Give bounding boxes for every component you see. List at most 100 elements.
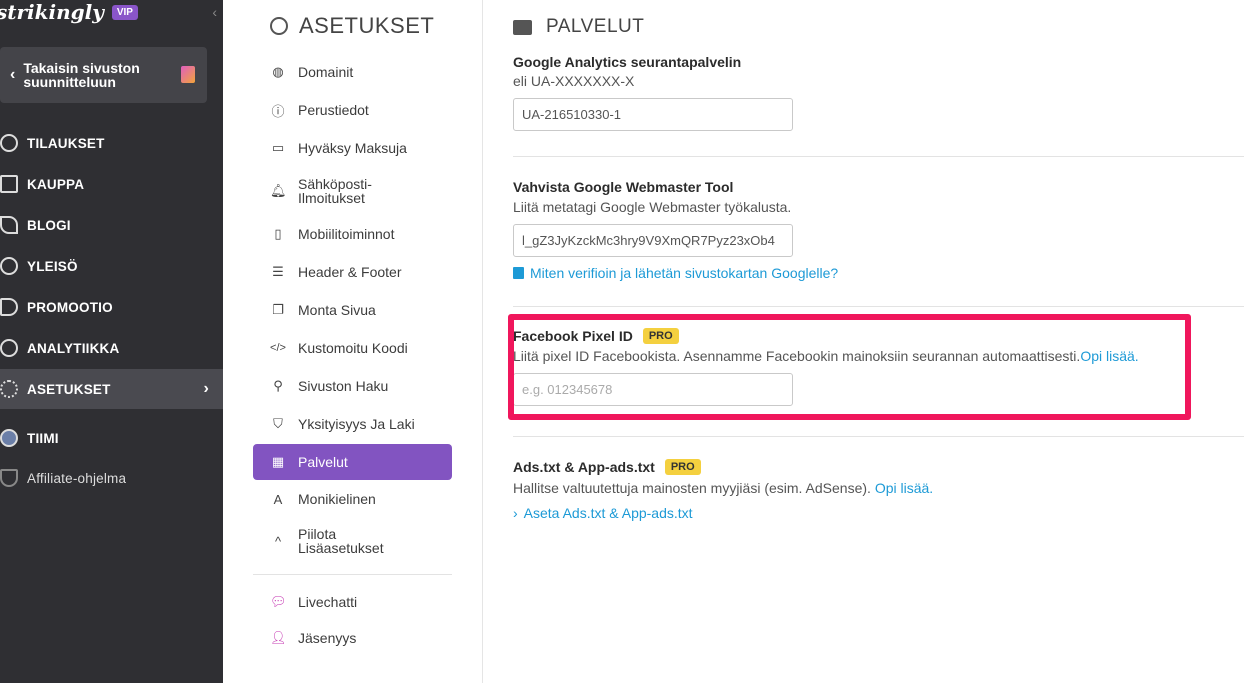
settings-item-domainit[interactable]: ◍ Domainit xyxy=(253,54,452,90)
settings-item-label: Sähköposti-Ilmoitukset xyxy=(298,176,372,206)
gear-icon xyxy=(0,380,18,398)
settings-item-label: Hyväksy Maksuja xyxy=(298,140,407,156)
mobile-icon: ▯ xyxy=(274,226,282,241)
ga-tracking-input[interactable]: UA-216510330-1 xyxy=(513,98,793,131)
ads-desc-text: Hallitse valtuutettuja mainosten myyjiäs… xyxy=(513,480,871,496)
ads-setup-link[interactable]: › Aseta Ads.txt & App-ads.txt xyxy=(513,505,1244,521)
left-sidebar: strikingly VIP ‹ ‹ Takaisin sivuston suu… xyxy=(0,0,223,683)
nav-item-asetukset[interactable]: ASETUKSET › xyxy=(0,369,223,409)
highlight-annotation xyxy=(508,314,1191,420)
strikingly-logo[interactable]: strikingly xyxy=(0,0,104,24)
ads-learn-more-link[interactable]: Opi lisää. xyxy=(875,480,933,496)
divider xyxy=(513,306,1244,307)
settings-item-label: Kustomoitu Koodi xyxy=(298,340,408,356)
globe-icon: ◍ xyxy=(272,64,284,79)
chevron-right-icon: › xyxy=(203,380,209,397)
ads-section: Ads.txt & App-ads.txt PRO Hallitse valtu… xyxy=(513,459,1244,521)
settings-item-haku[interactable]: ⚲ Sivuston Haku xyxy=(253,368,452,404)
webmaster-help-link[interactable]: Miten verifioin ja lähetän sivustokartan… xyxy=(513,265,1244,281)
settings-sidebar: ASETUKSET ◍ Domainit ⓘ Perustiedot ▭ Hyv… xyxy=(223,0,483,683)
settings-item-livechatti[interactable]: 💬︎ Livechatti xyxy=(253,584,452,620)
webmaster-section: Vahvista Google Webmaster Tool Liitä met… xyxy=(513,179,1244,281)
nav-item-label: TIIMI xyxy=(27,430,59,446)
ga-section: Google Analytics seurantapalvelin eli UA… xyxy=(513,54,1244,131)
shield-icon: ⛉ xyxy=(273,416,283,431)
ads-heading-text: Ads.txt & App-ads.txt xyxy=(513,459,655,475)
settings-item-palvelut[interactable]: ▦ Palvelut xyxy=(253,444,452,480)
settings-item-label: Jäsenyys xyxy=(298,630,357,646)
back-to-editor-button[interactable]: ‹ Takaisin sivuston suunnitteluun xyxy=(0,47,207,103)
pie-chart-icon xyxy=(0,339,18,357)
nav-item-label: Affiliate-ohjelma xyxy=(27,470,127,486)
settings-item-label: Perustiedot xyxy=(298,102,369,118)
chevron-up-icon: ^ xyxy=(274,533,282,549)
divider xyxy=(513,156,1244,157)
folder-user-icon xyxy=(513,19,532,35)
team-icon xyxy=(0,429,18,447)
settings-item-label: Palvelut xyxy=(298,454,348,470)
settings-item-label: Header & Footer xyxy=(298,264,402,280)
nav-item-label: KAUPPA xyxy=(27,176,85,192)
nav-item-blogi[interactable]: BLOGI xyxy=(0,205,223,245)
settings-item-yksityisyys[interactable]: ⛉ Yksityisyys Ja Laki xyxy=(253,406,452,442)
settings-item-monikielinen[interactable]: A Monikielinen xyxy=(253,481,452,517)
quill-icon xyxy=(0,216,18,234)
settings-item-label: Livechatti xyxy=(298,594,358,610)
webmaster-help-link-text[interactable]: Miten verifioin ja lähetän sivustokartan… xyxy=(530,265,838,281)
settings-item-monta-sivua[interactable]: ❐ Monta Sivua xyxy=(253,292,452,328)
settings-title-text: ASETUKSET xyxy=(299,13,435,38)
book-icon xyxy=(513,267,524,279)
ga-heading: Google Analytics seurantapalvelin xyxy=(513,54,742,70)
settings-item-label: Monta Sivua xyxy=(298,302,376,318)
webmaster-heading: Vahvista Google Webmaster Tool xyxy=(513,179,734,195)
settings-item-header-footer[interactable]: ☰ Header & Footer xyxy=(253,254,452,290)
page-doc-icon xyxy=(181,66,195,83)
settings-item-piilota[interactable]: ^ Piilota Lisäasetukset xyxy=(253,523,452,559)
vip-badge: VIP xyxy=(111,4,138,20)
pages-icon: ❐ xyxy=(272,302,284,317)
brand: strikingly VIP xyxy=(0,0,138,24)
settings-divider xyxy=(253,574,452,575)
settings-item-jasenyys[interactable]: 👤︎ Jäsenyys xyxy=(253,620,452,656)
nav-item-promootio[interactable]: PROMOOTIO xyxy=(0,287,223,327)
trophy-icon xyxy=(0,469,18,487)
nav-item-tiimi[interactable]: TIIMI xyxy=(0,418,223,458)
header-footer-icon: ☰ xyxy=(272,264,284,279)
megaphone-icon xyxy=(0,298,18,316)
chevron-right-icon: › xyxy=(513,505,518,521)
collapse-sidebar-icon[interactable]: ‹ xyxy=(212,4,217,20)
settings-item-koodi[interactable]: </> Kustomoitu Koodi xyxy=(253,330,452,366)
settings-item-label: Domainit xyxy=(298,64,354,80)
translate-icon: A xyxy=(273,491,283,507)
settings-item-sahkoposti[interactable]: 🔔︎ Sähköposti-Ilmoitukset xyxy=(253,173,452,209)
page-title-text: PALVELUT xyxy=(546,16,645,37)
payment-icon: ▭ xyxy=(271,140,285,155)
webmaster-desc: Liitä metatagi Google Webmaster työkalus… xyxy=(513,199,792,215)
nav-item-kauppa[interactable]: KAUPPA xyxy=(0,164,223,204)
settings-item-label: Yksityisyys Ja Laki xyxy=(298,416,415,432)
nav-item-affiliate[interactable]: Affiliate-ohjelma xyxy=(0,458,223,498)
member-icon: 👤︎ xyxy=(270,630,287,645)
divider xyxy=(513,436,1244,437)
settings-item-maksut[interactable]: ▭ Hyväksy Maksuja xyxy=(253,130,452,166)
search-icon: ⚲ xyxy=(273,378,283,393)
webmaster-meta-input[interactable]: l_gZ3JyKzckMc3hry9V9XmQR7Pyz23xOb4 xyxy=(513,224,793,257)
settings-item-mobiili[interactable]: ▯ Mobiilitoiminnot xyxy=(253,216,452,252)
bell-icon: 🔔︎ xyxy=(270,183,287,198)
nav-item-tilaukset[interactable]: TILAUKSET xyxy=(0,123,223,163)
back-to-editor-label: Takaisin sivuston suunnitteluun xyxy=(23,60,140,90)
gear-icon xyxy=(270,17,288,35)
nav-item-yleiso[interactable]: YLEISÖ xyxy=(0,246,223,286)
ads-heading: Ads.txt & App-ads.txt PRO xyxy=(513,459,1244,475)
code-icon: </> xyxy=(270,342,286,354)
nav-item-label: PROMOOTIO xyxy=(27,299,113,315)
settings-title: ASETUKSET xyxy=(270,13,434,39)
ga-desc: eli UA-XXXXXXX-X xyxy=(513,73,635,89)
pro-badge: PRO xyxy=(664,459,701,475)
page-title: PALVELUT xyxy=(513,16,644,38)
nav-item-analytiikka[interactable]: ANALYTIIKKA xyxy=(0,328,223,368)
ads-setup-link-text[interactable]: Aseta Ads.txt & App-ads.txt xyxy=(524,505,693,521)
settings-item-perustiedot[interactable]: ⓘ Perustiedot xyxy=(253,92,452,128)
settings-item-label: Mobiilitoiminnot xyxy=(298,226,395,242)
nav-item-label: BLOGI xyxy=(27,217,71,233)
